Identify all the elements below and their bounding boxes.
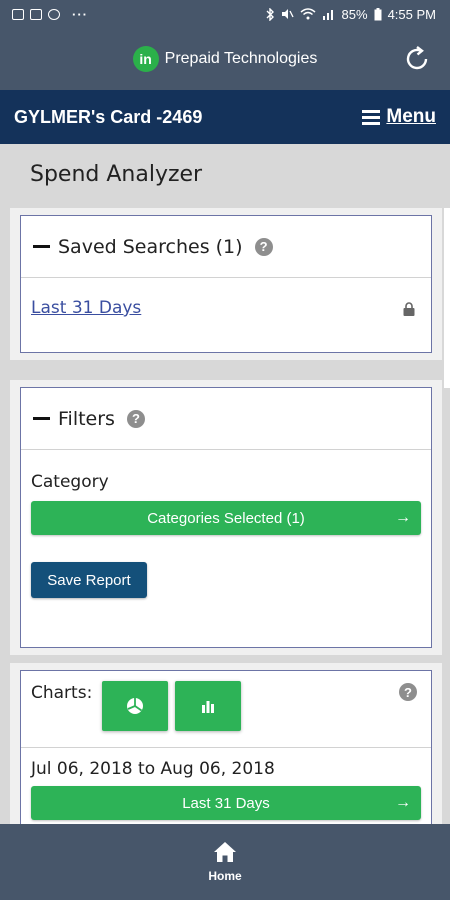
help-icon[interactable]: ? [254, 237, 273, 256]
saved-search-link[interactable]: Last 31 Days [31, 298, 141, 318]
bluetooth-icon [266, 7, 274, 21]
app-header: in Prepaid Technologies [0, 28, 450, 90]
divider [21, 747, 431, 748]
brand-logo: in [132, 46, 159, 72]
card-title: GYLMER's Card -2469 [14, 106, 203, 127]
arrow-right-icon: → [395, 509, 411, 526]
arrow-right-icon: → [395, 794, 411, 811]
home-tab[interactable]: Home [208, 841, 242, 883]
mute-icon [281, 9, 294, 19]
card-bar: GYLMER's Card -2469 Menu [0, 90, 450, 144]
pie-chart-icon [127, 698, 143, 714]
category-label: Category [31, 472, 109, 492]
charts-panel: Charts: ? Jul 06, 2018 to Aug 06, 2018 L… [20, 670, 432, 824]
brand-name: Prepaid Technologies [164, 50, 318, 67]
help-icon[interactable]: ? [126, 409, 145, 428]
system-indicators: 85% 4:55 PM [265, 7, 436, 22]
lock-icon [403, 302, 415, 316]
notification-icons: ··· [12, 7, 88, 22]
bottom-nav: Home [0, 824, 450, 900]
period-button-label: Last 31 Days [182, 794, 270, 812]
charts-section: Charts: ? Jul 06, 2018 to Aug 06, 2018 L… [10, 663, 442, 824]
battery-icon [374, 7, 382, 20]
collapse-icon[interactable] [33, 245, 50, 248]
filters-header[interactable]: Filters ? [21, 388, 431, 450]
battery-percent: 85% [341, 6, 368, 22]
menu-button[interactable]: Menu [362, 106, 436, 128]
main-content[interactable]: Spend Analyzer Saved Searches (1) ? Last… [0, 144, 450, 824]
clock: 4:55 PM [387, 6, 436, 22]
saved-searches-panel: Saved Searches (1) ? Last 31 Days [20, 215, 432, 353]
signal-icon [322, 10, 333, 20]
hamburger-icon [362, 109, 381, 125]
collapse-icon[interactable] [33, 417, 50, 420]
bar-chart-button[interactable] [175, 681, 241, 731]
saved-searches-title: Saved Searches (1) [58, 235, 243, 258]
wifi-icon [300, 8, 316, 20]
page-title: Spend Analyzer [30, 162, 203, 187]
bar-chart-icon [202, 701, 214, 713]
home-icon [214, 842, 236, 862]
categories-selected-button[interactable]: Categories Selected (1) → [31, 501, 421, 535]
gallery-notification-icon [30, 8, 42, 20]
chat-notification-icon [48, 8, 60, 20]
charts-label: Charts: [31, 683, 93, 703]
menu-label: Menu [386, 106, 436, 127]
refresh-icon[interactable] [402, 44, 432, 74]
brand: in Prepaid Technologies [132, 46, 318, 72]
categories-button-label: Categories Selected (1) [147, 509, 305, 527]
scroll-edge [444, 208, 450, 388]
more-notifications-icon: ··· [72, 6, 88, 22]
home-label: Home [208, 869, 242, 883]
saved-searches-header[interactable]: Saved Searches (1) ? [21, 216, 431, 278]
save-report-button[interactable]: Save Report [31, 562, 147, 598]
filters-panel: Filters ? Category Categories Selected (… [20, 387, 432, 648]
pie-chart-button[interactable] [102, 681, 168, 731]
image-notification-icon [12, 8, 24, 20]
filters-title: Filters [58, 407, 115, 430]
period-button[interactable]: Last 31 Days → [31, 786, 421, 820]
filters-section: Filters ? Category Categories Selected (… [10, 380, 442, 655]
help-icon[interactable]: ? [399, 683, 417, 701]
status-bar: ··· 85% 4:55 PM [0, 0, 450, 28]
saved-searches-section: Saved Searches (1) ? Last 31 Days [10, 208, 442, 360]
date-range: Jul 06, 2018 to Aug 06, 2018 [31, 759, 275, 779]
